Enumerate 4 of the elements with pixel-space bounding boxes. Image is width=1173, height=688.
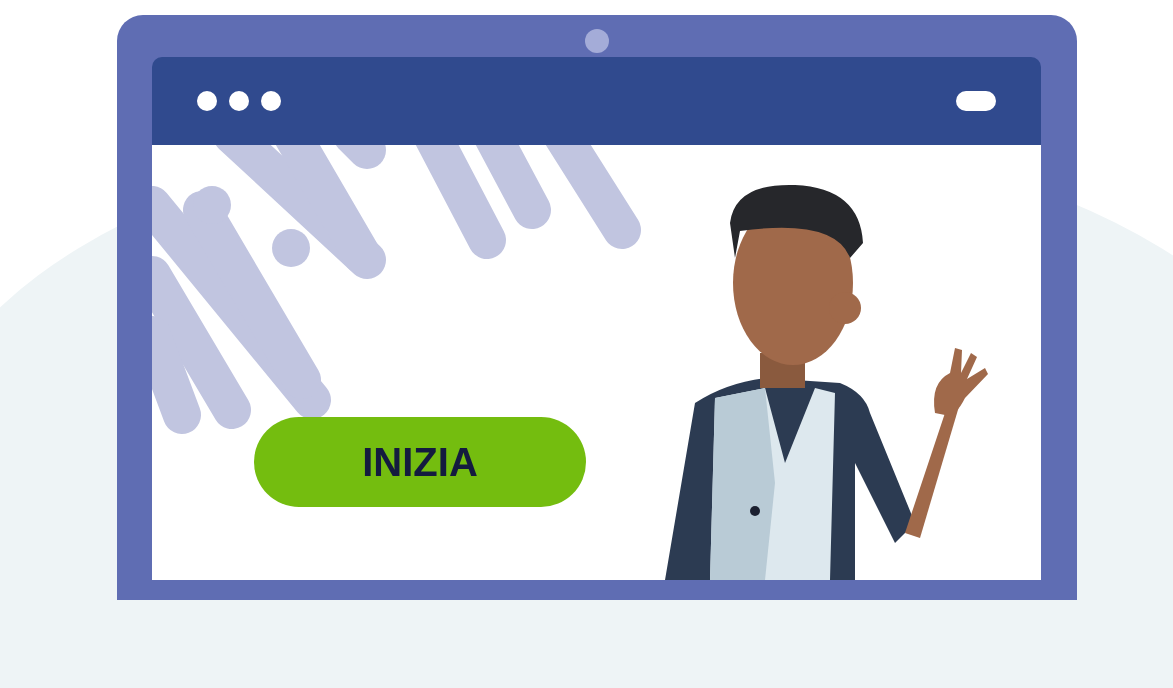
pill-icon xyxy=(956,91,996,111)
window-dots-icon xyxy=(197,91,281,111)
camera-icon xyxy=(585,29,609,53)
start-button[interactable]: INIZIA xyxy=(254,417,586,507)
